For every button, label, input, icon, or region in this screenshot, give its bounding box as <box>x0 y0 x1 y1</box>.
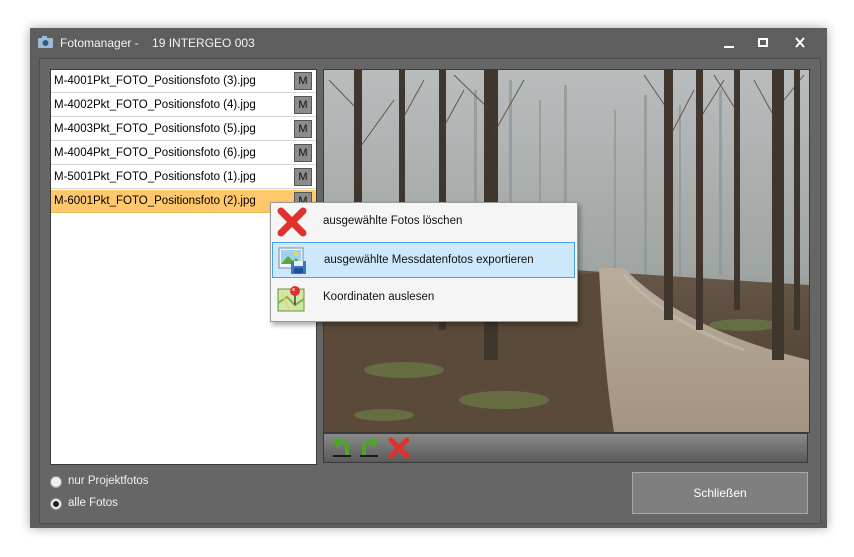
file-list-item[interactable]: M-4004Pkt_FOTO_Positionsfoto (6).jpg M <box>51 142 316 165</box>
file-name: M-4004Pkt_FOTO_Positionsfoto (6).jpg <box>54 147 256 159</box>
close-window-button[interactable] <box>785 32 815 54</box>
marker-button[interactable]: M <box>294 120 312 138</box>
marker-button[interactable]: M <box>294 72 312 90</box>
export-photo-icon <box>278 246 308 276</box>
rotate-left-icon <box>331 437 353 462</box>
marker-button[interactable]: M <box>294 96 312 114</box>
radio-label: alle Fotos <box>68 497 118 509</box>
minimize-button[interactable] <box>714 32 744 54</box>
file-name: M-5001Pkt_FOTO_Positionsfoto (1).jpg <box>54 171 256 183</box>
file-name: M-4003Pkt_FOTO_Positionsfoto (5).jpg <box>54 123 256 135</box>
delete-x-icon <box>277 207 307 237</box>
rotate-right-icon <box>358 437 380 462</box>
file-name: M-4002Pkt_FOTO_Positionsfoto (4).jpg <box>54 99 256 111</box>
close-button[interactable]: Schließen <box>632 472 808 514</box>
delete-icon <box>388 437 410 462</box>
radio-all-photos[interactable]: alle Fotos <box>50 496 250 514</box>
menu-item-label: ausgewählte Messdatenfotos exportieren <box>324 254 534 266</box>
photo-toolbar <box>323 433 808 463</box>
window-title: Fotomanager - 19 INTERGEO 003 <box>60 36 255 50</box>
radio-label: nur Projektfotos <box>68 475 149 487</box>
file-list-item[interactable]: M-5001Pkt_FOTO_Positionsfoto (1).jpg M <box>51 166 316 189</box>
file-name: M-4001Pkt_FOTO_Positionsfoto (3).jpg <box>54 75 256 87</box>
map-pin-icon <box>277 283 307 313</box>
menu-item-read-coordinates[interactable]: Koordinaten auslesen <box>272 280 575 316</box>
maximize-button[interactable] <box>748 32 778 54</box>
context-menu: ausgewählte Fotos löschen ausgewählte Me… <box>270 202 578 322</box>
file-list-item[interactable]: M-4001Pkt_FOTO_Positionsfoto (3).jpg M <box>51 70 316 93</box>
radio-button[interactable] <box>50 476 62 488</box>
file-list-item[interactable]: M-4003Pkt_FOTO_Positionsfoto (5).jpg M <box>51 118 316 141</box>
delete-photo-button[interactable] <box>388 437 410 459</box>
file-list-item[interactable]: M-4002Pkt_FOTO_Positionsfoto (4).jpg M <box>51 94 316 117</box>
rotate-right-button[interactable] <box>358 437 380 459</box>
menu-item-label: ausgewählte Fotos löschen <box>323 215 463 227</box>
radio-button-checked[interactable] <box>50 498 62 510</box>
title-bar[interactable]: Fotomanager - 19 INTERGEO 003 <box>30 28 827 58</box>
marker-button[interactable]: M <box>294 144 312 162</box>
menu-item-export-photos[interactable]: ausgewählte Messdatenfotos exportieren <box>272 242 575 278</box>
menu-item-delete-photos[interactable]: ausgewählte Fotos löschen <box>272 204 575 240</box>
camera-icon <box>38 36 53 48</box>
marker-button[interactable]: M <box>294 168 312 186</box>
radio-project-photos[interactable]: nur Projektfotos <box>50 474 250 492</box>
menu-item-label: Koordinaten auslesen <box>323 291 435 303</box>
file-name: M-6001Pkt_FOTO_Positionsfoto (2).jpg <box>54 195 256 207</box>
rotate-left-button[interactable] <box>331 437 353 459</box>
